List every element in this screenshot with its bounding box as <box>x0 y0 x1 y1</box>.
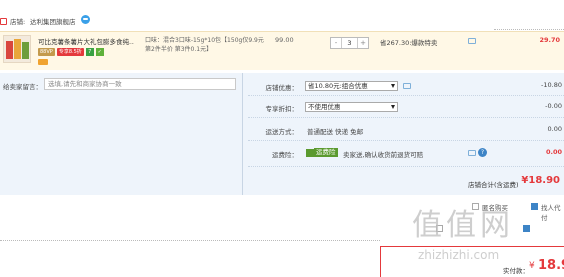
product-sku: 口味：混合3口味-15g*10包【150g仅9.9元 第2件半价 第3件0.1元… <box>145 37 264 53</box>
credit-card-icon <box>38 59 48 65</box>
insurance-label: 运费险： <box>272 151 298 159</box>
memo-input[interactable]: 选填,请先和商家协商一致 <box>44 78 236 90</box>
shop-header: 店铺: 达利集团旗舰店 <box>0 0 564 31</box>
quantity-stepper[interactable]: - 3 + <box>330 37 369 49</box>
insurance-tag: 运费险 <box>314 148 338 157</box>
promotion-text: 省267.30:爆款特卖 <box>380 39 438 47</box>
insurance-amount: 0.00 <box>545 148 562 156</box>
guarantee-badge: ✓ <box>95 48 104 56</box>
shop-discount-selected: 省10.80元:组合优惠 <box>308 82 368 90</box>
quantity-decrease-button[interactable]: - <box>331 38 341 48</box>
watermark: 值值网 <box>412 208 514 243</box>
divider <box>242 73 243 195</box>
seven-day-return-badge: 7 <box>85 48 94 56</box>
chat-icon[interactable] <box>81 15 90 24</box>
exclusive-discount-amount: -0.00 <box>545 102 562 110</box>
item-subtotal: 29.70 <box>539 36 560 44</box>
shipping-method: 普通配送 快递 免邮 <box>307 128 364 136</box>
store-total-label: 店铺合计(含运费) <box>468 181 519 189</box>
divider <box>248 117 564 118</box>
shipping-label: 运送方式： <box>265 128 299 136</box>
divider <box>248 140 564 141</box>
shop-discount-amount: -10.80 <box>541 81 562 89</box>
shipping-amount: 0.00 <box>547 125 562 133</box>
store-total-value: ¥18.90 <box>521 175 560 186</box>
discount-badge: 专享8.5折 <box>56 48 84 56</box>
friend-pay-checkbox[interactable] <box>531 203 538 210</box>
quantity-input[interactable]: 3 <box>341 38 358 48</box>
pay-label: 实付款： <box>503 267 529 275</box>
exclusive-discount-label: 专享折扣： <box>265 105 299 113</box>
watermark-url: zhizhizhi.com <box>418 248 500 262</box>
pay-amount: 18.90 <box>538 258 564 273</box>
exclusive-discount-select[interactable]: 不使用优惠 <box>305 102 398 112</box>
exclusive-discount-selected: 不使用优惠 <box>308 103 341 111</box>
order-options: 给卖家留言： 选填,请先和商家协商一致 店铺优惠： 省10.80元:组合优惠 -… <box>0 73 564 195</box>
divider <box>494 29 564 30</box>
cart-item-row: 可比克薯条薯片大礼包膨多食纯... 88VP 专享8.5折 7 ✓ 口味：混合3… <box>0 31 564 70</box>
shop-label: 店铺: <box>10 18 26 26</box>
quantity-increase-button[interactable]: + <box>358 38 368 48</box>
divider <box>248 95 564 96</box>
product-badges: 88VP 专享8.5折 7 ✓ <box>38 48 104 56</box>
shop-discount-label: 店铺优惠： <box>265 84 299 92</box>
chevron-down-icon <box>391 105 395 109</box>
product-thumbnail[interactable] <box>3 35 31 63</box>
comment-icon[interactable] <box>403 83 411 89</box>
shop-icon <box>0 18 7 25</box>
unit-price: 99.00 <box>275 36 294 44</box>
insurance-checkbox[interactable] <box>306 149 314 157</box>
friend-pay-label: 找人代付 <box>541 204 561 222</box>
chevron-down-icon <box>391 84 395 88</box>
shop-name-link[interactable]: 达利集团旗舰店 <box>30 16 76 26</box>
product-title-link[interactable]: 可比克薯条薯片大礼包膨多食纯... <box>38 36 134 46</box>
help-icon[interactable]: ? <box>478 148 487 157</box>
vip-badge: 88VP <box>38 48 55 56</box>
shop-discount-select[interactable]: 省10.80元:组合优惠 <box>305 81 398 91</box>
comment-icon[interactable] <box>468 150 476 156</box>
insurance-description: 卖家送,确认收货前退货可赔 <box>343 151 424 159</box>
pay-currency: ¥ <box>529 261 535 271</box>
option-checkbox[interactable] <box>523 225 530 232</box>
divider <box>248 166 564 167</box>
divider <box>0 240 380 241</box>
comment-icon[interactable] <box>468 38 476 44</box>
memo-label: 给卖家留言： <box>3 83 42 91</box>
